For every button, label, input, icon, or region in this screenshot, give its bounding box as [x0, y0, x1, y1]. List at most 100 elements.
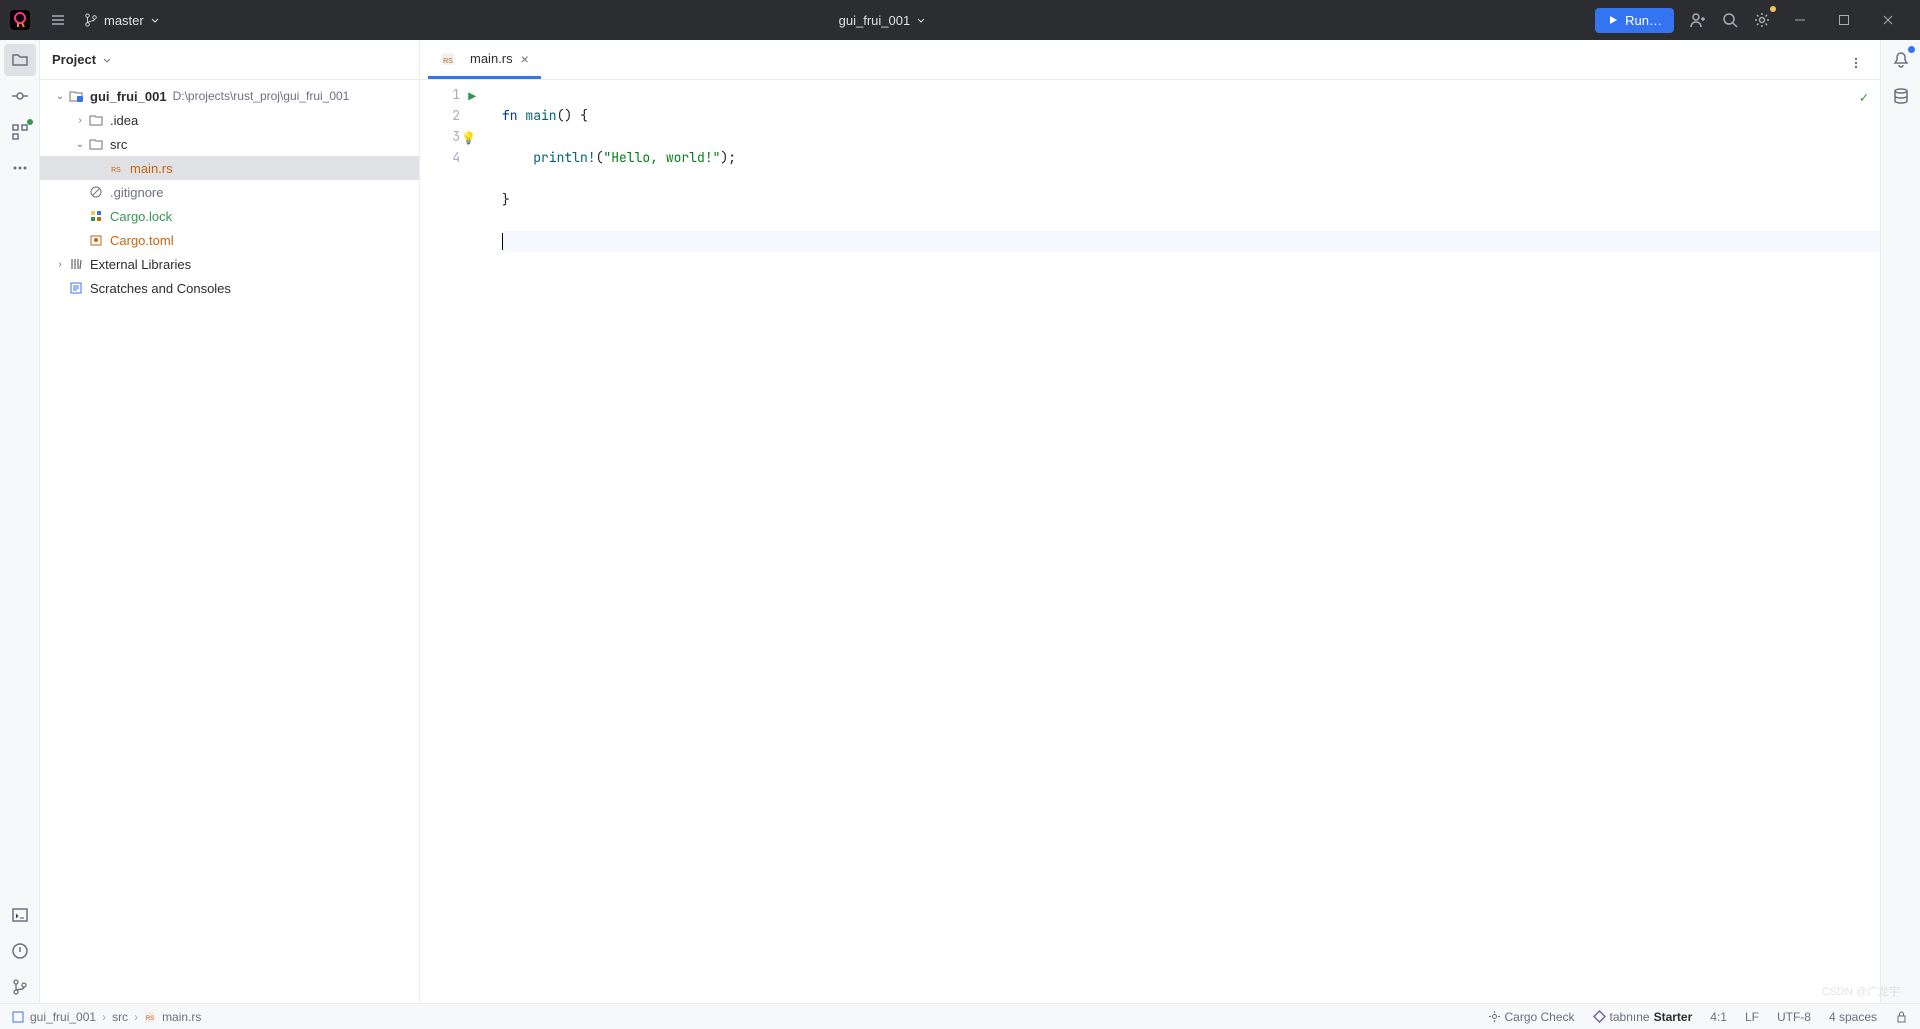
editor-tabs: RS main.rs ×: [420, 40, 1880, 80]
tree-label: Cargo.toml: [110, 233, 174, 248]
minimize-icon: [1794, 14, 1806, 26]
maximize-button[interactable]: [1822, 0, 1866, 40]
breadcrumb[interactable]: gui_frui_001 › src › RS main.rs: [12, 1010, 201, 1024]
tree-item-cargo-lock[interactable]: Cargo.lock: [40, 204, 419, 228]
git-tool-button[interactable]: [4, 971, 36, 1003]
text-cursor: [502, 233, 503, 250]
main-area: Project ⌄ gui_frui_001 D:\projects\rust_…: [0, 40, 1920, 1003]
expand-icon[interactable]: ›: [52, 259, 68, 270]
status-readonly-button[interactable]: [1895, 1010, 1908, 1023]
status-indent[interactable]: 4 spaces: [1829, 1010, 1877, 1024]
notifications-button[interactable]: [1885, 44, 1917, 76]
maximize-icon: [1838, 14, 1850, 26]
more-tool-button[interactable]: [4, 152, 36, 184]
folder-icon: [11, 51, 29, 69]
status-tabnine[interactable]: tabnıne Starter: [1593, 1010, 1693, 1024]
code-token: () {: [557, 107, 588, 124]
bc-sep-icon: ›: [102, 1010, 106, 1024]
tree-label: .idea: [110, 113, 138, 128]
tabnine-icon: [1593, 1010, 1606, 1023]
expand-icon[interactable]: ⌄: [72, 139, 88, 150]
status-cursor-pos[interactable]: 4:1: [1710, 1010, 1727, 1024]
tree-label: Scratches and Consoles: [90, 281, 231, 296]
code-token: main: [525, 107, 556, 124]
vcs-branch-widget[interactable]: master: [74, 13, 170, 28]
chevron-down-icon: [150, 15, 160, 25]
branch-icon: [84, 13, 98, 27]
tabs-more-button[interactable]: [1840, 47, 1872, 79]
tree-label: External Libraries: [90, 257, 191, 272]
editor-area: RS main.rs × ✓ 1▶ 2 3💡 4 fn main() { pri…: [420, 40, 1880, 1003]
tree-item-src[interactable]: ⌄ src: [40, 132, 419, 156]
rust-file-icon: RS: [144, 1011, 156, 1023]
database-icon: [1892, 87, 1910, 105]
code-token: fn: [502, 107, 525, 124]
lock-file-icon: [88, 208, 104, 224]
notification-badge: [1908, 46, 1915, 53]
code-editor[interactable]: ✓ 1▶ 2 3💡 4 fn main() { println!("Hello,…: [420, 80, 1880, 1003]
window-title-dropdown[interactable]: gui_frui_001: [170, 13, 1595, 28]
project-panel: Project ⌄ gui_frui_001 D:\projects\rust_…: [40, 40, 420, 1003]
rust-file-icon: RS: [440, 51, 456, 67]
tree-label: main.rs: [130, 161, 173, 176]
chevron-down-icon: [102, 55, 112, 65]
module-icon: [12, 1011, 24, 1023]
tree-root[interactable]: ⌄ gui_frui_001 D:\projects\rust_proj\gui…: [40, 84, 419, 108]
gear-icon: [1753, 11, 1771, 29]
run-button[interactable]: Run…: [1595, 8, 1674, 33]
code-content[interactable]: fn main() { println!("Hello, world!"); }: [484, 80, 1880, 1003]
project-panel-header[interactable]: Project: [40, 40, 419, 80]
status-cargo-check[interactable]: Cargo Check: [1488, 1010, 1575, 1024]
run-gutter-icon[interactable]: ▶: [468, 86, 476, 107]
database-button[interactable]: [1885, 80, 1917, 112]
code-token: "Hello, world!": [603, 149, 720, 166]
status-encoding[interactable]: UTF-8: [1777, 1010, 1811, 1024]
tree-item-external-libs[interactable]: › External Libraries: [40, 252, 419, 276]
project-tool-button[interactable]: [4, 44, 36, 76]
bc-item[interactable]: src: [112, 1010, 128, 1024]
expand-icon[interactable]: ⌄: [52, 91, 68, 102]
commit-tool-button[interactable]: [4, 80, 36, 112]
tree-item-gitignore[interactable]: .gitignore: [40, 180, 419, 204]
status-line-sep[interactable]: LF: [1745, 1010, 1759, 1024]
window-title: gui_frui_001: [839, 13, 911, 28]
terminal-tool-button[interactable]: [4, 899, 36, 931]
folder-icon: [88, 136, 104, 152]
dots-icon: [11, 159, 29, 177]
settings-button[interactable]: [1746, 4, 1778, 36]
problems-tool-button[interactable]: [4, 935, 36, 967]
inspection-ok-icon[interactable]: ✓: [1860, 88, 1868, 109]
tree-item-cargo-toml[interactable]: Cargo.toml: [40, 228, 419, 252]
bc-item[interactable]: gui_frui_001: [30, 1010, 96, 1024]
statusbar: gui_frui_001 › src › RS main.rs Cargo Ch…: [0, 1003, 1920, 1029]
code-token: println!: [533, 149, 595, 166]
expand-icon[interactable]: ›: [72, 115, 88, 126]
tree-label: src: [110, 137, 127, 152]
tab-close-button[interactable]: ×: [521, 51, 529, 67]
menu-icon: [50, 12, 66, 28]
project-tree[interactable]: ⌄ gui_frui_001 D:\projects\rust_proj\gui…: [40, 80, 419, 1003]
gutter[interactable]: 1▶ 2 3💡 4: [420, 80, 484, 1003]
status-label: Starter: [1654, 1010, 1693, 1024]
close-button[interactable]: [1866, 0, 1910, 40]
search-button[interactable]: [1714, 4, 1746, 36]
tree-item-idea[interactable]: › .idea: [40, 108, 419, 132]
problems-icon: [11, 942, 29, 960]
code-with-me-button[interactable]: [1682, 4, 1714, 36]
intention-bulb-icon[interactable]: 💡: [461, 128, 476, 149]
tree-item-main-rs[interactable]: RS main.rs: [40, 156, 419, 180]
svg-text:RS: RS: [111, 167, 121, 174]
tree-root-name: gui_frui_001: [90, 89, 167, 104]
watermark: CSDN @广龙宇: [1822, 983, 1900, 999]
bc-item[interactable]: main.rs: [162, 1010, 201, 1024]
minimize-button[interactable]: [1778, 0, 1822, 40]
commit-icon: [11, 87, 29, 105]
code-token: );: [720, 149, 736, 166]
tree-item-scratches[interactable]: Scratches and Consoles: [40, 276, 419, 300]
hamburger-button[interactable]: [42, 4, 74, 36]
tree-root-path: D:\projects\rust_proj\gui_frui_001: [173, 89, 350, 103]
tab-main-rs[interactable]: RS main.rs ×: [428, 41, 541, 79]
structure-tool-button[interactable]: [4, 116, 36, 148]
line-number: 4: [452, 149, 460, 166]
library-icon: [68, 256, 84, 272]
